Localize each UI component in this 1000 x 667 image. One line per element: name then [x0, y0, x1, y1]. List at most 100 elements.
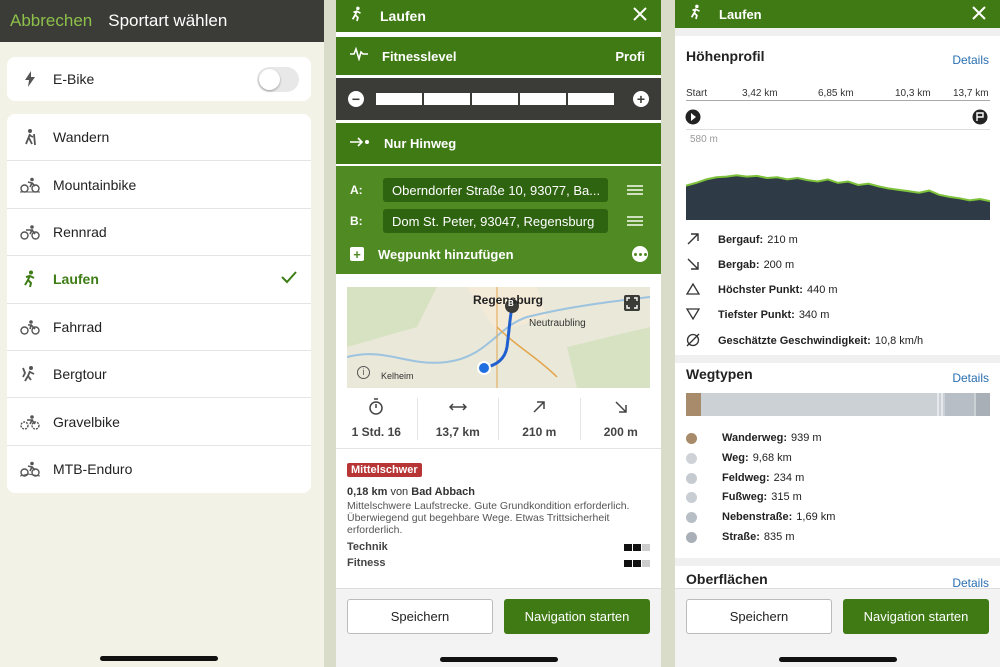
close-icon[interactable]: [972, 6, 986, 25]
start-field[interactable]: Oberndorfer Straße 10, 93077, Ba...: [383, 178, 608, 202]
save-button[interactable]: Speichern: [347, 599, 493, 634]
sport-item-label: Fahrrad: [53, 318, 103, 335]
waytype-value: 315 m: [771, 491, 802, 503]
ascent-value: 210 m: [522, 425, 557, 439]
sport-item-rennrad[interactable]: Rennrad: [7, 209, 311, 257]
fullscreen-icon[interactable]: [624, 295, 640, 311]
details-header: Laufen: [675, 0, 1000, 28]
route-stats: 1 Std. 16 13,7 km 210 m 200 m: [336, 398, 661, 440]
sport-item-label: MTB-Enduro: [53, 461, 133, 478]
fitness-label: Fitness: [347, 557, 386, 569]
slider-track[interactable]: [376, 93, 621, 105]
sport-item-gravelbike[interactable]: Gravelbike: [7, 398, 311, 446]
duration-value: 1 Std. 16: [351, 425, 401, 439]
waytypes-details-link[interactable]: Details: [952, 371, 989, 385]
start-place: Bad Abbach: [411, 486, 476, 498]
add-waypoint-button[interactable]: + Wegpunkt hinzufügen: [336, 242, 661, 266]
home-indicator[interactable]: [100, 656, 218, 661]
waytype-value: 9,68 km: [752, 452, 792, 464]
waytype-row: Wanderweg: 939 m: [686, 428, 822, 448]
home-indicator[interactable]: [779, 657, 897, 662]
drag-handle-icon[interactable]: [627, 183, 643, 197]
fitness-level-row[interactable]: Fitnesslevel Profi: [336, 37, 661, 75]
stat-row-speed: Geschätzte Geschwindigkeit: 10,8 km/h: [686, 331, 990, 351]
mtb-enduro-icon: [7, 461, 53, 478]
stat-value: 340 m: [798, 309, 830, 321]
sport-item-bergtour[interactable]: Bergtour: [7, 351, 311, 399]
color-dot: [686, 511, 697, 523]
sport-item-mountainbike[interactable]: Mountainbike: [7, 161, 311, 209]
cancel-button[interactable]: Abbrechen: [10, 11, 92, 31]
start-navigation-button[interactable]: Navigation starten: [843, 599, 989, 634]
waytype-label: Weg:: [722, 452, 749, 464]
stat-label: Höchster Punkt:: [718, 284, 803, 296]
sport-item-mtb-enduro[interactable]: MTB-Enduro: [7, 446, 311, 493]
stat-value: 440 m: [806, 284, 838, 296]
one-way-row[interactable]: Nur Hinweg: [336, 123, 661, 164]
fitness-row: Fitness: [347, 557, 650, 569]
slider-segment: [376, 93, 422, 105]
start-navigation-button[interactable]: Navigation starten: [504, 599, 650, 634]
waypoint-section: A: Oberndorfer Straße 10, 93077, Ba... B…: [336, 166, 661, 274]
ebike-toggle[interactable]: [257, 67, 299, 92]
waytype-label: Fußweg:: [722, 491, 768, 503]
minus-icon[interactable]: −: [348, 91, 364, 107]
divider: [675, 28, 1000, 36]
waytypes-bar: [686, 393, 990, 416]
profile-top-line: [686, 129, 990, 130]
stat-label: Bergab:: [718, 259, 760, 271]
waytype-value: 234 m: [773, 472, 805, 484]
planner-header: Laufen: [336, 0, 661, 32]
stat-value: 200 m: [763, 259, 795, 271]
lightning-icon: [7, 71, 53, 87]
divider: [675, 558, 1000, 566]
slider-segment: [424, 93, 470, 105]
technik-label: Technik: [347, 541, 388, 553]
ascent-stat: 210 m: [499, 398, 581, 440]
fitness-slider[interactable]: − +: [336, 78, 661, 120]
color-dot: [686, 452, 697, 464]
info-icon[interactable]: i: [357, 366, 370, 379]
end-field[interactable]: Dom St. Peter, 93047, Regensburg: [383, 209, 608, 233]
waytype-segment: [941, 393, 943, 416]
color-dot: [686, 472, 697, 484]
divider: [675, 355, 1000, 363]
sport-item-fahrrad[interactable]: Fahrrad: [7, 304, 311, 351]
plus-icon[interactable]: +: [633, 91, 649, 107]
map-label-town: Neutraubling: [529, 318, 586, 329]
sport-item-label: Wandern: [53, 129, 110, 146]
distance-axis: [686, 100, 990, 101]
descent-value: 200 m: [603, 425, 638, 439]
save-button[interactable]: Speichern: [686, 599, 832, 634]
waytype-label: Wanderweg:: [722, 432, 787, 444]
elevation-chart: [686, 174, 990, 220]
stat-value: 210 m: [767, 234, 798, 246]
screen-title: Sportart wählen: [108, 11, 228, 30]
mountainbike-icon: [7, 177, 53, 193]
sport-item-wandern[interactable]: Wandern: [7, 114, 311, 162]
sport-item-label: Mountainbike: [53, 176, 137, 193]
mountain-tour-icon: [7, 365, 53, 383]
color-dot: [686, 491, 697, 503]
add-waypoint-label: Wegpunkt hinzufügen: [378, 246, 514, 262]
color-dot: [686, 432, 697, 444]
route-planner-screen: Laufen Fitnesslevel Profi − + Nur Hinweg…: [336, 0, 661, 667]
more-icon[interactable]: [632, 246, 648, 262]
close-icon[interactable]: [633, 7, 647, 26]
start-von: von: [390, 486, 409, 498]
waytype-row: Straße: 835 m: [686, 527, 794, 547]
sport-select-header: Abbrechen Sportart wählen: [0, 0, 324, 42]
route-map[interactable]: Regensburg B Neutraubling Kelheim i: [347, 287, 650, 388]
duration-stat: 1 Std. 16: [336, 398, 418, 440]
one-way-label: Nur Hinweg: [384, 136, 457, 151]
sport-item-laufen[interactable]: Laufen: [7, 256, 311, 304]
divider: [336, 448, 661, 449]
ebike-row[interactable]: E-Bike: [7, 57, 311, 101]
details-title: Laufen: [719, 6, 762, 22]
stat-value: 10,8 km/h: [874, 335, 924, 347]
technik-level-bars: [624, 543, 650, 551]
home-indicator[interactable]: [440, 657, 558, 662]
drag-handle-icon[interactable]: [627, 214, 643, 228]
start-info: 0,18 km von Bad Abbach: [347, 486, 650, 498]
elevation-details-link[interactable]: Details: [952, 53, 989, 67]
